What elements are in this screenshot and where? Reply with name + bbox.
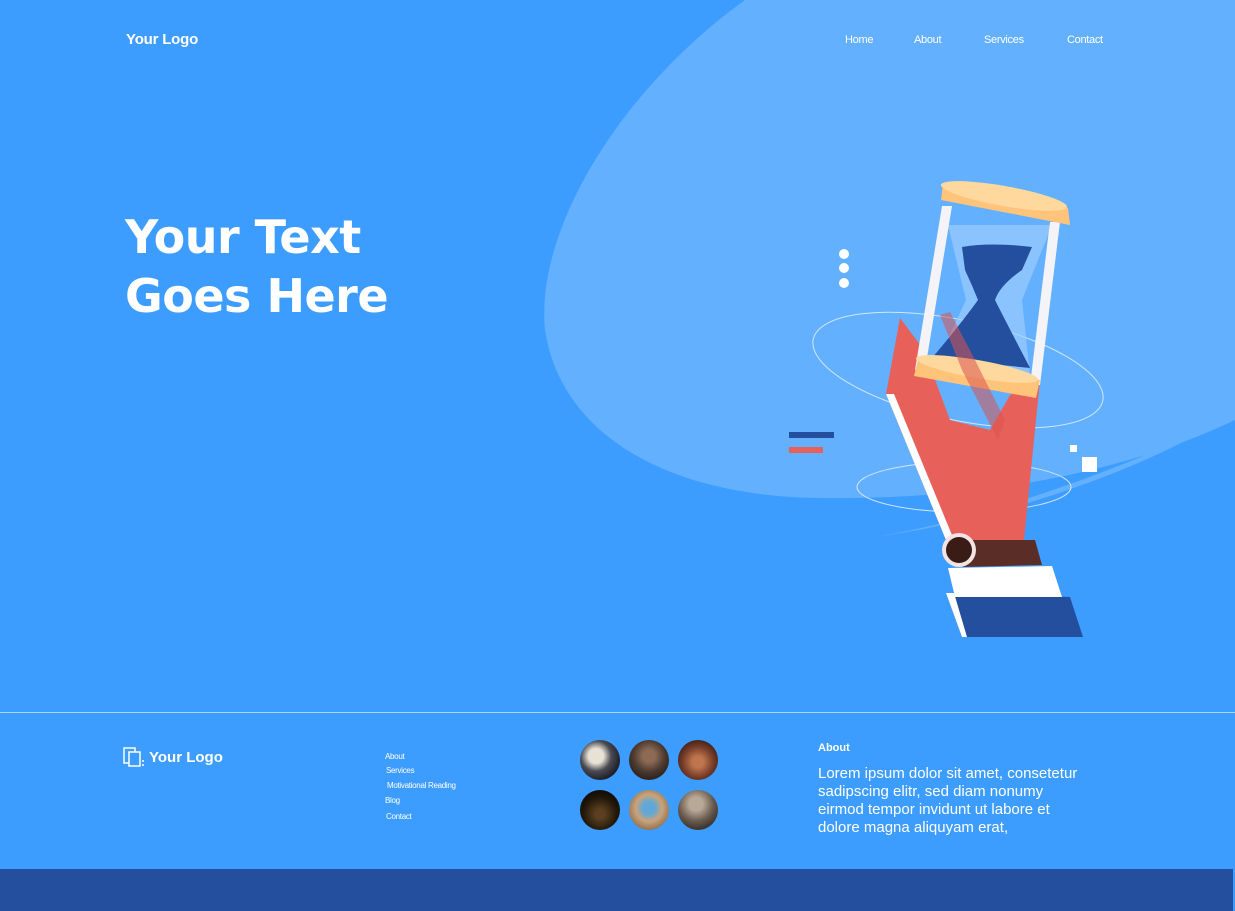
footer-link-services[interactable]: Services: [386, 766, 415, 775]
footer-link-motivational-reading[interactable]: Motivational Reading: [387, 781, 456, 790]
gallery-photo[interactable]: [678, 740, 718, 780]
hero-line-1: Your Text: [125, 210, 361, 264]
footer-logo[interactable]: Your Logo: [123, 747, 223, 767]
nav-home[interactable]: Home: [845, 34, 873, 46]
header-logo[interactable]: Your Logo: [126, 31, 198, 48]
footer-link-about[interactable]: About: [385, 752, 405, 761]
gallery-photo[interactable]: [629, 740, 669, 780]
nav-services[interactable]: Services: [984, 34, 1024, 46]
gallery-photo[interactable]: [678, 790, 718, 830]
bottom-bar: [0, 869, 1233, 911]
footer-link-contact[interactable]: Contact: [386, 812, 412, 821]
gallery-photo[interactable]: [580, 790, 620, 830]
hand-holding-hourglass-icon: [789, 181, 1104, 637]
footer-about-text: Lorem ipsum dolor sit amet, consetetur s…: [818, 765, 1078, 836]
hero-heading: Your Text Goes Here: [125, 208, 389, 326]
footer-divider: [0, 712, 1235, 713]
footer-about-title: About: [818, 742, 850, 754]
document-icon: [123, 747, 144, 767]
nav-about[interactable]: About: [914, 34, 942, 46]
footer-link-blog[interactable]: Blog: [385, 796, 400, 805]
gallery-photo[interactable]: [629, 790, 669, 830]
nav-contact[interactable]: Contact: [1067, 34, 1103, 46]
footer-logo-text: Your Logo: [149, 748, 223, 766]
gallery-photo[interactable]: [580, 740, 620, 780]
hero-line-2: Goes Here: [125, 269, 389, 323]
